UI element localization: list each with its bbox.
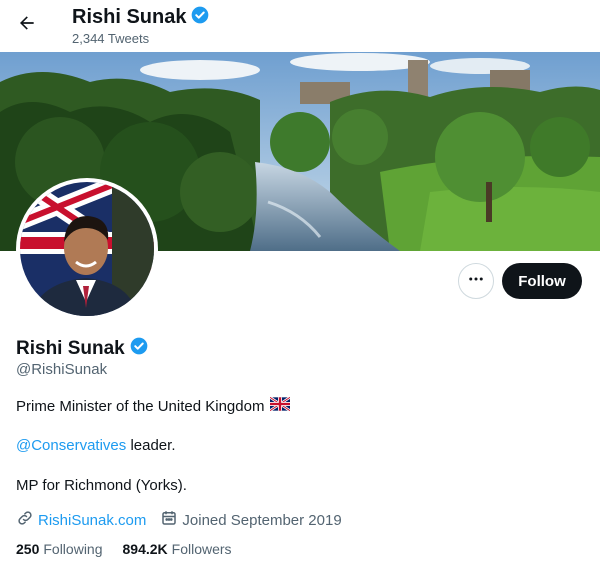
website-item: RishiSunak.com — [16, 509, 146, 531]
bio-line-3: MP for Richmond (Yorks). — [16, 477, 187, 494]
back-button[interactable] — [10, 8, 44, 42]
following-count: 250 — [16, 541, 40, 557]
header-title: Rishi Sunak — [72, 5, 210, 30]
bio-title-text: Prime Minister of the United Kingdom — [16, 397, 265, 415]
bio-line-2: @Conservatives leader. — [16, 437, 176, 454]
profile-avatar[interactable] — [16, 178, 158, 320]
calendar-icon — [160, 509, 178, 531]
avatar-image — [20, 182, 154, 316]
profile-meta-row: RishiSunak.com Joined September 2019 — [16, 509, 356, 531]
followers-count: 894.2K — [122, 541, 168, 557]
tweet-count: 2,344 Tweets — [72, 31, 150, 46]
follow-button[interactable]: Follow — [502, 263, 582, 299]
website-link[interactable]: RishiSunak.com — [38, 512, 146, 529]
bio-leader-text: leader. — [126, 437, 176, 454]
arrow-left-icon — [17, 13, 37, 38]
profile-handle: @RishiSunak — [16, 361, 108, 378]
followers-link[interactable]: 894.2K Followers — [123, 541, 232, 557]
following-link[interactable]: 250 Following — [16, 541, 103, 557]
profile-header-bar: Rishi Sunak 2,344 Tweets — [0, 0, 600, 52]
link-icon — [16, 509, 34, 531]
follow-stats: 250 Following 894.2K Followers — [16, 541, 252, 557]
verified-badge-icon — [190, 5, 210, 30]
conservatives-mention-link[interactable]: @Conservatives — [16, 437, 126, 454]
verified-badge-icon — [129, 336, 149, 361]
profile-name: Rishi Sunak — [16, 337, 125, 359]
followers-label: Followers — [171, 541, 232, 557]
more-options-button[interactable] — [458, 263, 494, 299]
header-name: Rishi Sunak — [72, 6, 187, 28]
profile-name-row: Rishi Sunak — [16, 336, 149, 361]
joined-date: Joined September 2019 — [182, 511, 342, 529]
following-label: Following — [43, 541, 103, 557]
joined-item: Joined September 2019 — [160, 509, 342, 531]
uk-flag-icon — [269, 396, 292, 415]
ellipsis-icon — [467, 270, 485, 293]
bio-line-1: Prime Minister of the United Kingdom — [16, 396, 292, 415]
